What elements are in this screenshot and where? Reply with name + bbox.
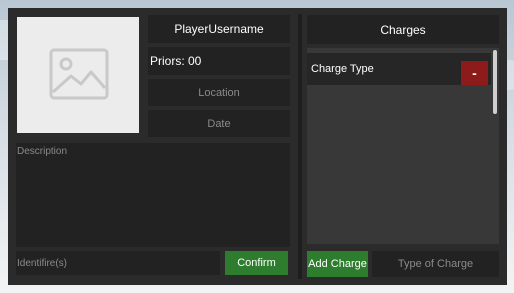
- player-username: PlayerUsername: [148, 15, 290, 43]
- remove-charge-button[interactable]: -: [461, 61, 488, 85]
- description-field[interactable]: Description: [16, 143, 290, 247]
- charge-type-label: Charge Type: [311, 63, 374, 75]
- location-field[interactable]: Location: [148, 79, 290, 106]
- identifier-field[interactable]: Identifire(s): [16, 251, 220, 275]
- image-placeholder-icon: [49, 48, 109, 100]
- list-item: Charge Type -: [307, 53, 491, 85]
- panel-divider: [298, 14, 302, 279]
- charges-scrollbar[interactable]: [493, 50, 497, 114]
- charges-title: Charges: [307, 15, 499, 44]
- confirm-button[interactable]: Confirm: [225, 251, 288, 275]
- priors-count: Priors: 00: [148, 47, 290, 75]
- arrest-record-panel: PlayerUsername Priors: 00 Location Date …: [8, 8, 507, 285]
- player-photo: [16, 16, 140, 134]
- add-charge-button[interactable]: Add Charge: [307, 251, 368, 277]
- charges-list[interactable]: Charge Type -: [307, 48, 499, 244]
- type-of-charge-field[interactable]: Type of Charge: [372, 251, 499, 277]
- date-field[interactable]: Date: [148, 110, 290, 137]
